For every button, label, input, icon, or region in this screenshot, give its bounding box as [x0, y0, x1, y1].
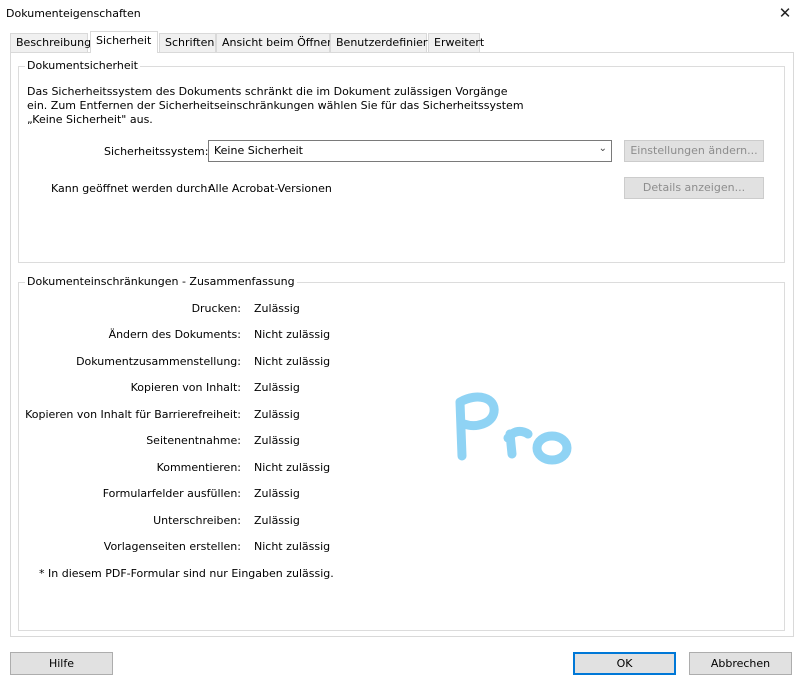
security-description: Das Sicherheitssystem des Dokuments schr…	[27, 85, 524, 126]
restriction-value: Nicht zulässig	[254, 461, 331, 474]
restriction-value: Nicht zulässig	[254, 328, 331, 341]
restriction-value: Zulässig	[254, 302, 300, 315]
restriction-label: Seitenentnahme:	[146, 434, 241, 447]
tab-panel-sicherheit: Dokumentsicherheit Das Sicherheitssystem…	[10, 52, 794, 637]
tab-benutzerdefiniert[interactable]: Benutzerdefiniert	[330, 33, 432, 52]
restriction-label: Kommentieren:	[156, 461, 241, 474]
restrictions-summary-legend: Dokumenteinschränkungen - Zusammenfassun…	[25, 275, 297, 288]
restriction-row: Unterschreiben: Zulässig	[19, 514, 619, 528]
restrictions-summary-group: Dokumenteinschränkungen - Zusammenfassun…	[18, 275, 785, 631]
restriction-row: Ändern des Dokuments: Nicht zulässig	[19, 328, 619, 342]
title-bar: Dokumenteigenschaften ✕	[0, 0, 802, 28]
window-title: Dokumenteigenschaften	[6, 7, 141, 20]
openable-by-value: Alle Acrobat-Versionen	[208, 182, 332, 195]
restriction-label: Ändern des Dokuments:	[108, 328, 241, 341]
pro-watermark	[455, 392, 572, 465]
restriction-label: Kopieren von Inhalt für Barrierefreiheit…	[25, 408, 241, 421]
tab-sicherheit[interactable]: Sicherheit	[90, 31, 158, 53]
help-button[interactable]: Hilfe	[10, 652, 113, 675]
show-details-button[interactable]: Details anzeigen...	[624, 177, 764, 199]
restriction-value: Nicht zulässig	[254, 540, 331, 553]
restriction-row: Drucken: Zulässig	[19, 302, 619, 316]
restriction-label: Dokumentzusammenstellung:	[76, 355, 241, 368]
restriction-value: Nicht zulässig	[254, 355, 331, 368]
restriction-value: Zulässig	[254, 514, 300, 527]
tab-schriften[interactable]: Schriften	[159, 33, 216, 52]
restrictions-footnote: * In diesem PDF-Formular sind nur Eingab…	[39, 567, 334, 580]
chevron-down-icon: ⌄	[598, 143, 607, 154]
restriction-label: Kopieren von Inhalt:	[130, 381, 241, 394]
restriction-value: Zulässig	[254, 487, 300, 500]
cancel-button[interactable]: Abbrechen	[689, 652, 792, 675]
restriction-label: Drucken:	[191, 302, 241, 315]
restriction-label: Unterschreiben:	[153, 514, 241, 527]
restriction-row: Vorlagenseiten erstellen: Nicht zulässig	[19, 540, 619, 554]
tab-erweitert[interactable]: Erweitert	[428, 33, 484, 52]
restriction-row: Formularfelder ausfüllen: Zulässig	[19, 487, 619, 501]
restriction-label: Formularfelder ausfüllen:	[102, 487, 241, 500]
restriction-value: Zulässig	[254, 381, 300, 394]
restriction-value: Zulässig	[254, 434, 300, 447]
close-icon[interactable]: ✕	[776, 4, 794, 22]
security-system-label: Sicherheitssystem:	[104, 145, 209, 158]
tab-ansicht-beim-oeffnen[interactable]: Ansicht beim Öffnen	[216, 33, 334, 52]
security-system-value: Keine Sicherheit	[214, 144, 303, 157]
document-security-legend: Dokumentsicherheit	[25, 59, 140, 72]
openable-by-label: Kann geöffnet werden durch:	[51, 182, 212, 195]
restriction-label: Vorlagenseiten erstellen:	[103, 540, 241, 553]
ok-button[interactable]: OK	[573, 652, 676, 675]
change-settings-button[interactable]: Einstellungen ändern...	[624, 140, 764, 162]
document-security-group: Dokumentsicherheit Das Sicherheitssystem…	[18, 59, 785, 263]
restriction-row: Dokumentzusammenstellung: Nicht zulässig	[19, 355, 619, 369]
restriction-value: Zulässig	[254, 408, 300, 421]
security-system-select[interactable]: Keine Sicherheit ⌄	[208, 140, 612, 162]
tab-beschreibung[interactable]: Beschreibung	[10, 33, 91, 52]
